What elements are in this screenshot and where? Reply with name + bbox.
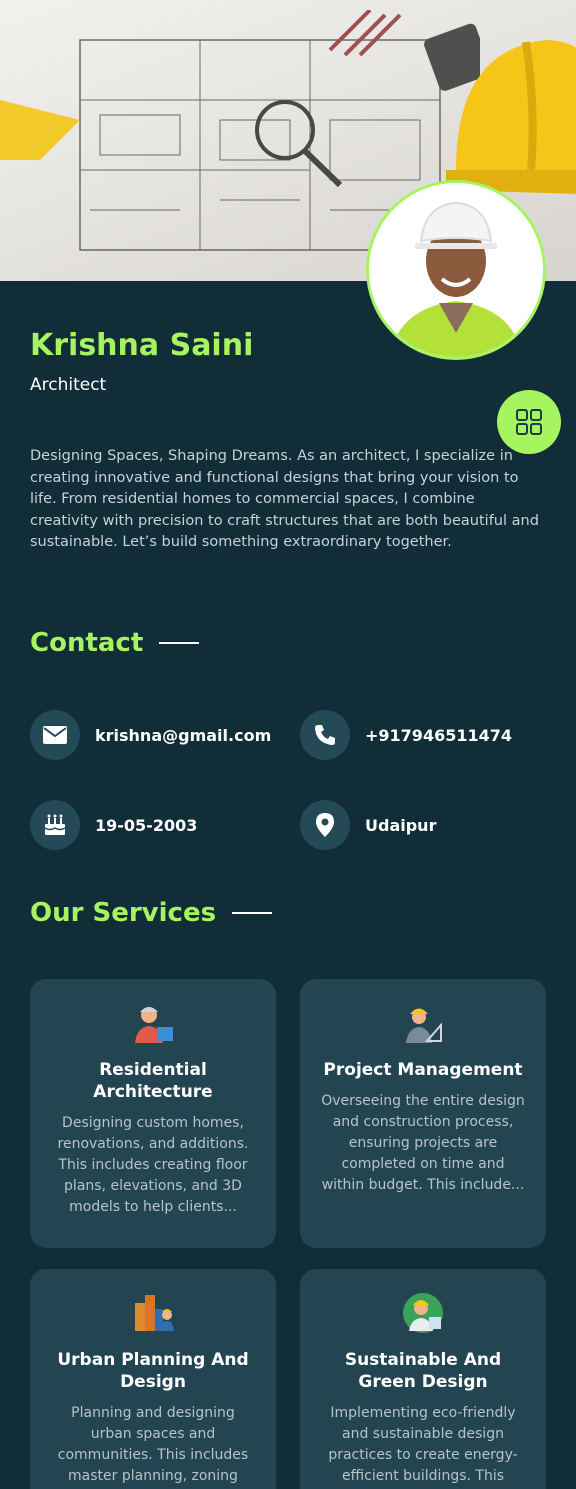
email-icon (30, 710, 80, 760)
contact-phone[interactable]: +917946511474 (300, 710, 512, 760)
grid-icon (516, 409, 542, 435)
profile-name: Krishna Saini (30, 328, 254, 363)
service-title: Project Management (323, 1060, 523, 1080)
contact-phone-text: +917946511474 (365, 725, 512, 745)
service-card-sustainable-design[interactable]: Sustainable And Green Design Implementin… (300, 1269, 546, 1489)
contact-birthday-text: 19-05-2003 (95, 815, 198, 835)
contact-location[interactable]: Udaipur (300, 800, 436, 850)
engineer-icon (406, 1008, 442, 1043)
service-title: Urban Planning And Design (57, 1350, 249, 1392)
services-heading: Our Services (30, 898, 273, 928)
profile-role: Architect (30, 375, 107, 395)
contact-heading: Contact (30, 628, 200, 658)
birthday-cake-icon (30, 800, 80, 850)
service-card-urban-planning[interactable]: Urban Planning And Design Planning and d… (30, 1269, 276, 1489)
service-description: Overseeing the entire design and constru… (321, 1093, 525, 1193)
service-description: Implementing eco-friendly and sustainabl… (328, 1405, 518, 1484)
menu-button[interactable] (497, 390, 561, 454)
services-heading-text: Our Services (30, 898, 217, 928)
eco-worker-icon (403, 1293, 443, 1333)
location-pin-icon (300, 800, 350, 850)
contact-birthday: 19-05-2003 (30, 800, 197, 850)
heading-divider (159, 642, 200, 644)
city-planner-icon (135, 1295, 174, 1331)
service-title: Sustainable And Green Design (344, 1350, 502, 1392)
service-card-project-management[interactable]: Project Management Overseeing the entire… (300, 979, 546, 1248)
service-title: Residential Architecture (93, 1060, 213, 1102)
service-description: Designing custom homes, renovations, and… (57, 1115, 249, 1215)
profile-bio: Designing Spaces, Shaping Dreams. As an … (30, 448, 539, 550)
avatar-photo (369, 183, 543, 357)
profile-avatar (366, 180, 546, 360)
phone-icon (300, 710, 350, 760)
service-description: Planning and designing urban spaces and … (57, 1405, 249, 1484)
contact-heading-text: Contact (30, 628, 144, 658)
contact-email[interactable]: krishna@gmail.com (30, 710, 271, 760)
service-card-residential[interactable]: Residential Architecture Designing custo… (30, 979, 276, 1248)
heading-divider (232, 912, 273, 914)
contact-email-text: krishna@gmail.com (95, 725, 272, 745)
yellow-ruler-illustration (0, 100, 80, 160)
contact-location-text: Udaipur (365, 815, 437, 835)
architect-icon (135, 1007, 173, 1043)
